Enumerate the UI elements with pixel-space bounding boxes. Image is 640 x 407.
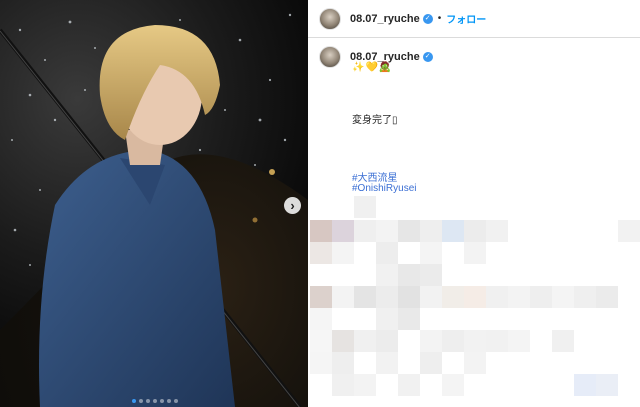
hashtag-link[interactable]: #OnishiRyusei (352, 183, 416, 194)
post-side-panel: 08.07_ryuche ✓ • フォロー 08.07_ryuche ✓ ✨💛🧟… (308, 0, 640, 407)
avatar[interactable] (319, 7, 341, 30)
carousel-next-button[interactable]: › (284, 197, 301, 214)
redacted-comments (308, 196, 640, 407)
verified-badge-icon: ✓ (422, 52, 433, 62)
carousel-dot (160, 399, 164, 403)
verified-badge-icon: ✓ (422, 13, 433, 24)
separator: • (437, 13, 442, 24)
post-header: 08.07_ryuche ✓ • フォロー (308, 0, 640, 38)
post-photo: › (0, 0, 308, 407)
carousel-dot (139, 399, 143, 403)
carousel-dot (146, 399, 150, 403)
caption-emojis: ✨💛🧟 (352, 62, 393, 73)
username-link[interactable]: 08.07_ryuche (350, 13, 420, 25)
avatar[interactable] (319, 46, 341, 68)
carousel-dot (153, 399, 157, 403)
carousel-indicator (132, 399, 178, 403)
carousel-dot (167, 399, 171, 403)
caption-text: 変身完了▯ (352, 115, 398, 126)
photo-illustration (0, 0, 308, 407)
carousel-dot (174, 399, 178, 403)
hashtag-link[interactable]: #大西流星 (352, 169, 398, 184)
follow-button[interactable]: フォロー (446, 11, 486, 26)
carousel-dot (132, 399, 136, 403)
